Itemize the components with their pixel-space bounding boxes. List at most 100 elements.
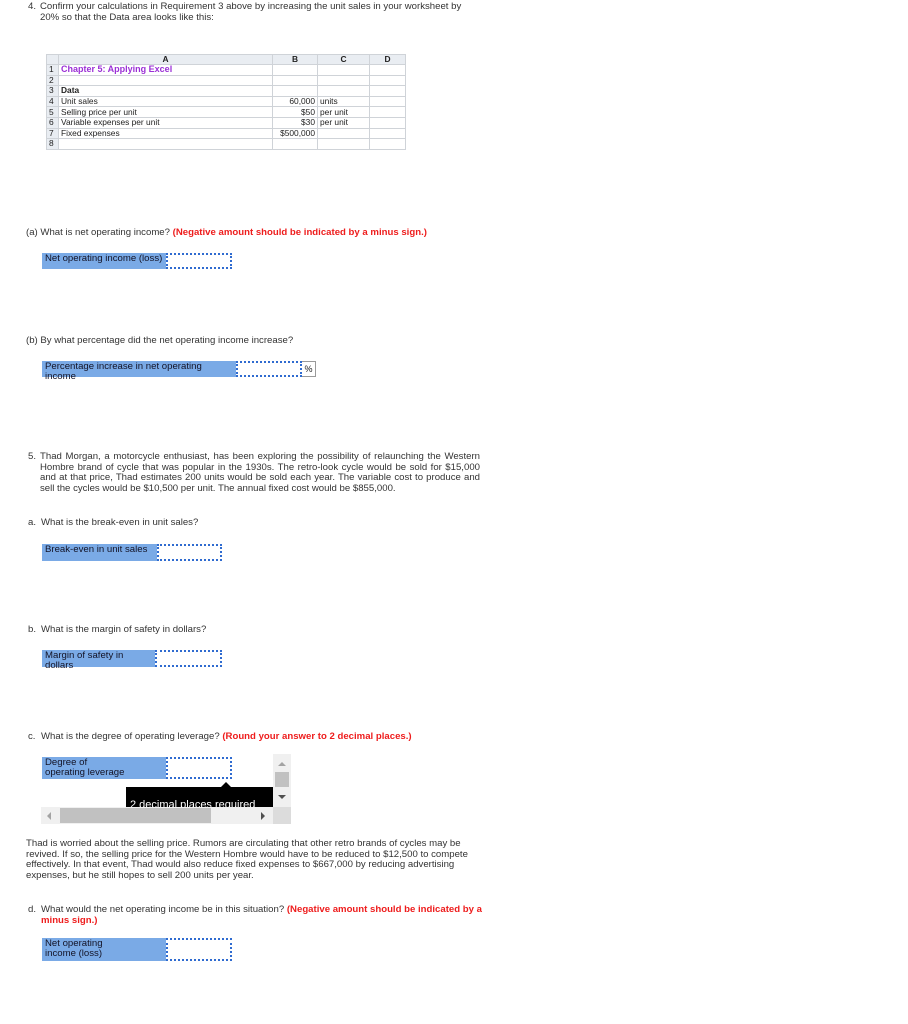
q5c-question-text: What is the degree of operating leverage…: [41, 731, 223, 742]
corner-header: [46, 54, 59, 65]
cell-d: [369, 95, 406, 108]
q5a-letter: a.: [28, 517, 37, 528]
cell-c: per unit: [317, 116, 370, 129]
sheet-row: 8: [46, 138, 406, 150]
row-number: 1: [46, 64, 59, 76]
cell-a: [58, 74, 273, 87]
cell-d: [369, 74, 406, 87]
section-label-data: Data: [58, 85, 273, 97]
net-operating-income-input[interactable]: [168, 255, 230, 267]
cell-b: [272, 74, 318, 87]
net-operating-income-label: Net operating income (loss): [42, 253, 166, 269]
cell-d: [369, 127, 406, 140]
row-number: 2: [46, 74, 59, 87]
net-operating-income-d-input[interactable]: [168, 940, 230, 959]
data-area-spreadsheet: A B C D 1 Chapter 5: Applying Excel 2 3 …: [46, 54, 406, 150]
scroll-right-arrow-icon[interactable]: [261, 812, 265, 820]
cell-b: 60,000: [272, 95, 318, 108]
row-number: 7: [46, 127, 59, 140]
row-number: 5: [46, 106, 59, 118]
row-number: 4: [46, 95, 59, 108]
q5d-letter: d.: [28, 904, 37, 915]
operating-leverage-label: Degree of operating leverage: [42, 757, 166, 779]
operating-leverage-field[interactable]: [166, 757, 232, 779]
part-b-question: (b) By what percentage did the net opera…: [26, 335, 294, 346]
sheet-row: 3 Data: [46, 85, 406, 97]
cell-b: $50: [272, 106, 318, 118]
cell-a: Fixed expenses: [58, 127, 273, 140]
scrollbar-corner: [273, 807, 291, 824]
part-a-note: (Negative amount should be indicated by …: [172, 227, 427, 238]
cell-a: [58, 138, 273, 150]
sheet-row: 6 Variable expenses per unit $30 per uni…: [46, 116, 406, 129]
q5-text: Thad Morgan, a motorcycle enthusiast, ha…: [40, 451, 480, 494]
operating-leverage-input[interactable]: [168, 759, 230, 777]
q5c-letter: c.: [28, 731, 36, 742]
cell-c: [317, 138, 370, 150]
row-number: 8: [46, 138, 59, 150]
net-operating-income-field[interactable]: [166, 253, 232, 269]
q4-text: Confirm your calculations in Requirement…: [40, 1, 462, 23]
cell-b: [272, 85, 318, 97]
cell-c: [317, 74, 370, 87]
column-header-a: A: [58, 54, 273, 65]
q5b-letter: b.: [28, 624, 37, 635]
sheet-row: 4 Unit sales 60,000 units: [46, 95, 406, 108]
net-operating-income-d-field[interactable]: [166, 938, 232, 961]
sheet-title: Chapter 5: Applying Excel: [58, 64, 273, 76]
net-operating-income-d-label: Net operating income (loss): [42, 938, 166, 961]
cell-d: [369, 116, 406, 129]
row-number: 3: [46, 85, 59, 97]
break-even-units-input[interactable]: [159, 546, 220, 559]
scroll-left-arrow-icon[interactable]: [47, 812, 51, 820]
margin-of-safety-label: Margin of safety in dollars: [42, 650, 155, 671]
cell-a: Selling price per unit: [58, 106, 273, 118]
cell-d: [369, 64, 406, 76]
sheet-row: 7 Fixed expenses $500,000: [46, 127, 406, 140]
q5d-question: What would the net operating income be i…: [41, 904, 483, 926]
cell-b: $500,000: [272, 127, 318, 140]
break-even-units-field[interactable]: [157, 544, 222, 561]
cell-a: Variable expenses per unit: [58, 116, 273, 129]
scenario-text: Thad is worried about the selling price.…: [26, 838, 468, 881]
horizontal-scrollbar[interactable]: [41, 807, 273, 824]
q5a-question: What is the break-even in unit sales?: [41, 517, 199, 528]
q4-number: 4.: [28, 1, 37, 12]
cell-b: [272, 64, 318, 76]
cell-c: [317, 127, 370, 140]
part-a-question-text: (a) What is net operating income?: [26, 227, 173, 238]
scroll-up-arrow-icon[interactable]: [278, 762, 286, 766]
cell-c: [317, 64, 370, 76]
margin-of-safety-field[interactable]: [155, 650, 222, 667]
q5c-note: (Round your answer to 2 decimal places.): [222, 731, 412, 742]
margin-of-safety-input[interactable]: [157, 652, 220, 665]
column-header-d: D: [369, 54, 406, 65]
horizontal-scroll-thumb[interactable]: [60, 808, 211, 823]
row-number: 6: [46, 116, 59, 129]
sheet-header-row: A B C D: [46, 54, 406, 65]
sheet-row: 5 Selling price per unit $50 per unit: [46, 106, 406, 118]
cell-b: $30: [272, 116, 318, 129]
scroll-down-arrow-icon[interactable]: [278, 795, 286, 799]
q5b-question: What is the margin of safety in dollars?: [41, 624, 207, 635]
vertical-scroll-thumb[interactable]: [275, 772, 289, 787]
cell-d: [369, 85, 406, 97]
part-a-question: (a) What is net operating income? (Negat…: [26, 227, 427, 239]
percent-unit-label: %: [302, 361, 316, 377]
cell-b: [272, 138, 318, 150]
cell-c: [317, 85, 370, 97]
q5c-question: What is the degree of operating leverage…: [41, 731, 412, 743]
percentage-increase-input[interactable]: [238, 363, 300, 375]
cell-c: per unit: [317, 106, 370, 118]
cell-a: Unit sales: [58, 95, 273, 108]
percentage-increase-label: Percentage increase in net operating inc…: [42, 361, 236, 382]
percentage-increase-field[interactable]: [236, 361, 302, 377]
cell-c: units: [317, 95, 370, 108]
sheet-row: 2: [46, 74, 406, 87]
column-header-b: B: [272, 54, 318, 65]
vertical-scrollbar[interactable]: [273, 754, 291, 807]
cell-d: [369, 138, 406, 150]
q5d-question-text: What would the net operating income be i…: [41, 904, 287, 915]
tooltip-text: 2 decimal places required: [130, 799, 256, 807]
column-header-c: C: [317, 54, 370, 65]
